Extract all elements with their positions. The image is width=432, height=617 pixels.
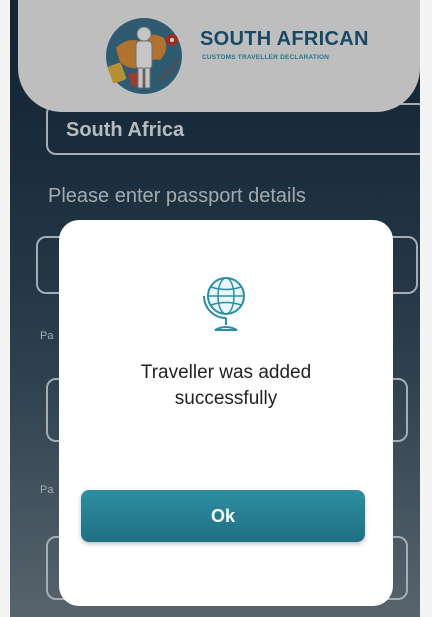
ok-button[interactable]: Ok [81,490,365,542]
success-message-line2: successfully [174,388,278,409]
success-message: Traveller was added successfully [59,360,393,412]
success-dialog: Traveller was added successfully Ok [59,220,393,606]
success-message-line1: Traveller was added [140,362,312,383]
globe-icon [203,277,245,331]
